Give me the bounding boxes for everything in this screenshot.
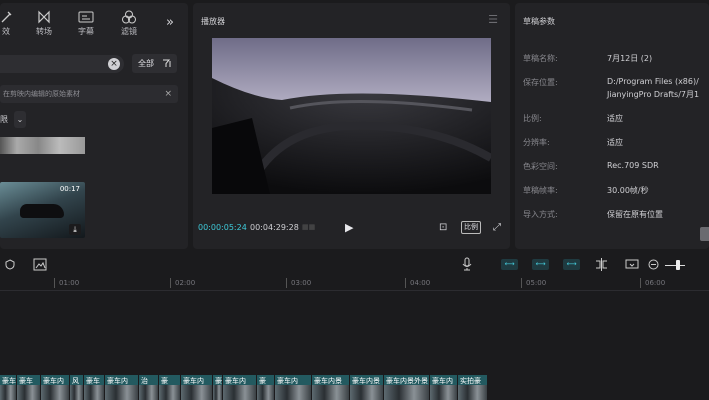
download-icon[interactable]: ⤓ (69, 224, 81, 235)
microphone-icon[interactable] (462, 257, 472, 271)
image-icon[interactable] (33, 258, 47, 271)
zoom-slider-track[interactable] (665, 265, 685, 266)
ratio-button[interactable]: 比例 (461, 221, 481, 234)
tab-transition-label: 转场 (36, 27, 52, 36)
ruler-tick: 05:00 (521, 278, 546, 288)
timeline-clip[interactable]: 豪车 (17, 375, 41, 400)
ruler-tick: 03:00 (286, 278, 311, 288)
clear-search-icon[interactable]: × (108, 58, 120, 70)
shield-icon[interactable] (5, 259, 15, 270)
subtitle-icon (78, 11, 94, 23)
prop-value-location: D:/Program Files (x86)/ (607, 77, 699, 86)
prop-value-import: 保留在原有位置 (607, 210, 663, 219)
prop-label-import: 导入方式: (523, 210, 558, 219)
video-frame (212, 38, 491, 194)
clip-duration: 00:17 (59, 185, 80, 193)
timeline-clip[interactable]: 豪车内 (430, 375, 458, 400)
player-title: 播放器 (201, 17, 225, 26)
total-timecode: 00:04:29:28 (250, 223, 299, 232)
grid-icon[interactable]: ▦▦ (302, 223, 319, 233)
filter-label: 全部 (138, 59, 154, 68)
prop-label-resolution: 分辨率: (523, 138, 550, 147)
prop-value-colorspace: Rec.709 SDR (607, 161, 659, 170)
tab-subtitle-label: 字幕 (78, 27, 94, 36)
prop-label-framerate: 草稿帧率: (523, 186, 558, 195)
auto-snap-icon[interactable]: ⟷ (532, 259, 549, 270)
prop-value-name: 7月12日 (2) (607, 54, 653, 63)
sort-filter-icon (163, 59, 171, 67)
menu-icon[interactable]: ☰ (488, 13, 498, 26)
car-image (20, 204, 64, 218)
prop-label-location: 保存位置: (523, 78, 558, 87)
linkage-icon[interactable]: ⟷ (563, 259, 580, 270)
ruler-tick: 02:00 (170, 278, 195, 288)
info-tip: 在剪映内编辑的原始素材 × (0, 85, 178, 103)
timeline-clip[interactable]: 豪车内 (181, 375, 213, 400)
timeline-clip[interactable]: 豪车内景 (350, 375, 384, 400)
timeline-clip[interactable]: 豪车 (0, 375, 17, 400)
prop-label-ratio: 比例: (523, 114, 542, 123)
transition-icon (38, 10, 50, 24)
media-thumbnail[interactable]: 00:17 ⤓ (0, 182, 85, 238)
video-preview[interactable] (212, 38, 491, 194)
media-panel: 效 转场 字幕 滤镜 » × 全部 在剪映内编辑的原始素材 × 限 ⌄ 00:1… (0, 3, 188, 249)
prop-value-location-2: JianyingPro Drafts/7月1 (607, 90, 700, 99)
main-track-magnet-icon[interactable]: ⟷ (501, 259, 518, 270)
sort-select[interactable]: 限 ⌄ (0, 111, 27, 128)
prop-value-framerate: 30.00帧/秒 (607, 186, 649, 195)
ruler-tick: 01:00 (54, 278, 79, 288)
tab-subtitle[interactable]: 字幕 (66, 10, 106, 37)
timeline-clip[interactable]: 豪车内 (105, 375, 139, 400)
tab-filter[interactable]: 滤镜 (109, 10, 149, 37)
timeline-clip[interactable]: 豪车内 (223, 375, 257, 400)
props-title: 草稿参数 (523, 17, 555, 26)
preview-axis-icon[interactable] (625, 259, 639, 270)
media-item-strip[interactable] (0, 137, 85, 154)
timeline-clip[interactable]: 豪 (257, 375, 275, 400)
filter-icon (122, 10, 136, 24)
chevron-down-icon: ⌄ (14, 111, 26, 128)
timeline-clip[interactable]: 治 (139, 375, 159, 400)
prop-value-ratio: 适应 (607, 114, 623, 123)
tab-filter-label: 滤镜 (121, 27, 137, 36)
current-timecode: 00:00:05:24 (198, 223, 247, 232)
player-panel: 播放器 ☰ 00:00:05:24 00:04:29:28 ▦▦ ▶ ⊡ 比例 … (193, 3, 510, 249)
zoom-out-icon[interactable] (648, 259, 659, 270)
fullscreen-crop-icon[interactable]: ⊡ (439, 222, 447, 233)
tab-transition[interactable]: 转场 (24, 10, 64, 37)
timeline-ruler[interactable]: 01:00 02:00 03:00 04:00 05:00 06:00 (0, 276, 709, 291)
timeline-clip[interactable]: 实拍豪 (458, 375, 488, 400)
ruler-tick: 04:00 (405, 278, 430, 288)
search-input[interactable] (0, 55, 124, 73)
tab-effects-label: 效 (2, 27, 10, 36)
zoom-slider-handle[interactable] (676, 260, 680, 270)
timeline-clip[interactable]: 豪车内景 (312, 375, 350, 400)
draft-params-panel: 草稿参数 草稿名称: 7月12日 (2) 保存位置: D:/Program Fi… (515, 3, 709, 249)
timeline-clip[interactable]: 豪车 (84, 375, 105, 400)
split-icon[interactable] (594, 258, 609, 271)
filter-dropdown[interactable]: 全部 (132, 54, 177, 73)
sort-select-label: 限 (0, 115, 8, 124)
prop-value-resolution: 适应 (607, 138, 623, 147)
timeline-clip[interactable]: 豪车内 (41, 375, 70, 400)
close-tip-icon[interactable]: × (164, 85, 172, 103)
modify-button[interactable] (700, 227, 709, 241)
timeline-clip[interactable]: 豪 (213, 375, 223, 400)
timeline-clip[interactable]: 豪车内 (275, 375, 312, 400)
effects-icon (1, 11, 12, 23)
tab-effects[interactable]: 效 (0, 10, 26, 37)
more-tabs-icon[interactable]: » (166, 15, 174, 30)
prop-label-name: 草稿名称: (523, 54, 558, 63)
prop-label-colorspace: 色彩空间: (523, 162, 558, 171)
timeline-clip[interactable]: 风 (70, 375, 84, 400)
video-track: 豪车 豪车 豪车内 风 豪车 豪车内 治 豪 豪车内 豪 豪车内 豪 豪车内 豪… (0, 375, 709, 400)
ruler-tick: 06:00 (640, 278, 665, 288)
play-button[interactable]: ▶ (345, 221, 353, 234)
timeline-toolbar: ⟷ ⟷ ⟷ (0, 253, 709, 276)
tip-text: 在剪映内编辑的原始素材 (3, 90, 80, 98)
timeline-clip[interactable]: 豪车内景外景 (384, 375, 430, 400)
timeline-clip[interactable]: 豪 (159, 375, 181, 400)
expand-icon[interactable]: ⤢ (493, 222, 501, 233)
